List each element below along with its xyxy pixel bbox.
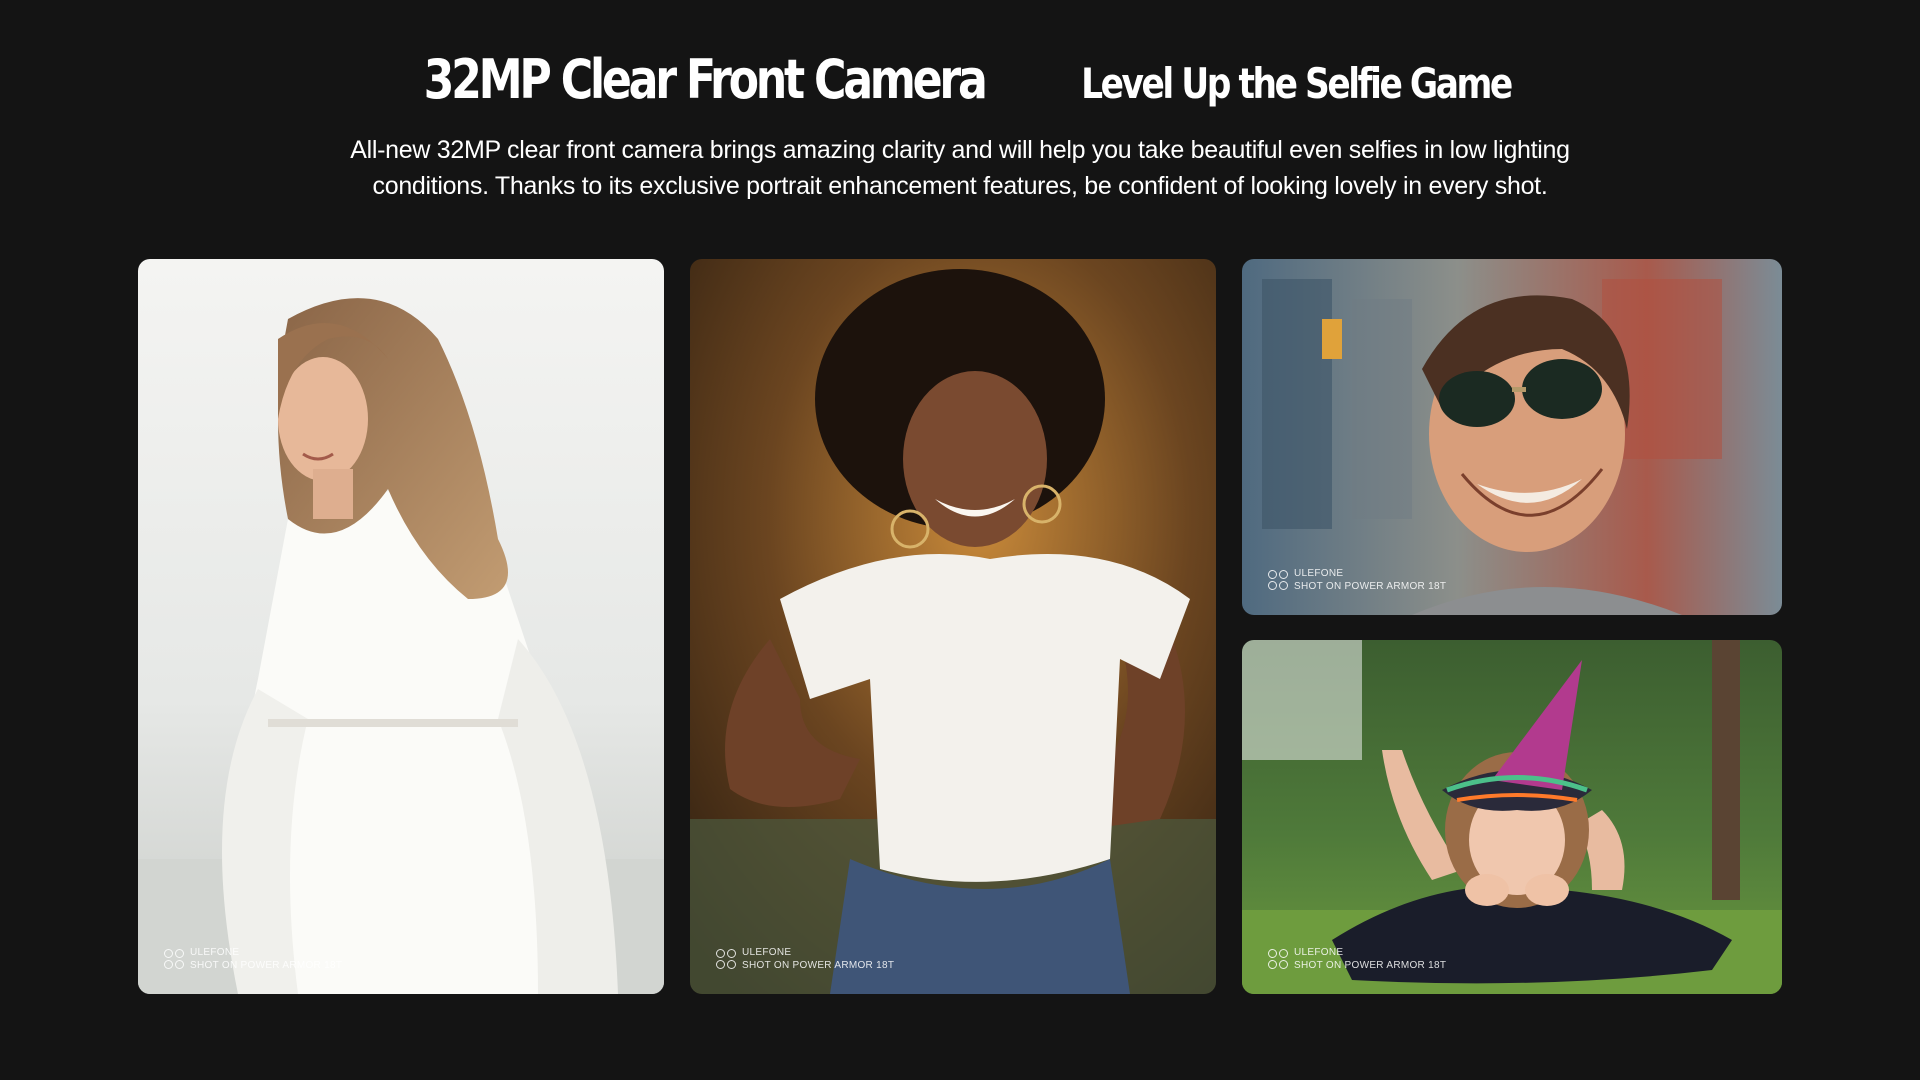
camera-lens-logo-icon [164,949,184,969]
photo-woman-curly-hair-image [690,259,1216,994]
photo-watermark: ULEFONE SHOT ON POWER ARMOR 18T [1268,567,1446,593]
photo-woman-white-dress-image [138,259,664,994]
section-title-row: 32MP Clear Front Camera Level Up the Self… [0,48,1920,128]
photo-man-sunglasses: ULEFONE SHOT ON POWER ARMOR 18T [1242,259,1782,615]
photo-watermark: ULEFONE SHOT ON POWER ARMOR 18T [716,946,894,972]
watermark-brand: ULEFONE [190,947,240,958]
watermark-caption: SHOT ON POWER ARMOR 18T [190,960,343,971]
photo-watermark: ULEFONE SHOT ON POWER ARMOR 18T [1268,946,1446,972]
camera-lens-logo-icon [1268,570,1288,590]
camera-lens-logo-icon [716,949,736,969]
watermark-brand: ULEFONE [1294,568,1344,579]
photo-woman-white-dress: ULEFONE SHOT ON POWER ARMOR 18T [138,259,664,994]
watermark-caption: SHOT ON POWER ARMOR 18T [742,960,895,971]
selfie-camera-section: 32MP Clear Front Camera Level Up the Self… [0,0,1920,1080]
watermark-caption: SHOT ON POWER ARMOR 18T [1294,960,1447,971]
photo-girl-witch-hat-image [1242,640,1782,994]
section-subtitle: Level Up the Selfie Game [1081,59,1513,108]
camera-lens-logo-icon [1268,949,1288,969]
photo-man-sunglasses-image [1242,259,1782,615]
photo-girl-witch-hat: ULEFONE SHOT ON POWER ARMOR 18T [1242,640,1782,994]
section-description: All-new 32MP clear front camera brings a… [350,136,1570,200]
watermark-caption: SHOT ON POWER ARMOR 18T [1294,581,1447,592]
section-title: 32MP Clear Front Camera [423,48,987,111]
watermark-brand: ULEFONE [1294,947,1344,958]
photo-woman-curly-hair: ULEFONE SHOT ON POWER ARMOR 18T [690,259,1216,994]
watermark-brand: ULEFONE [742,947,792,958]
photo-watermark: ULEFONE SHOT ON POWER ARMOR 18T [164,946,342,972]
